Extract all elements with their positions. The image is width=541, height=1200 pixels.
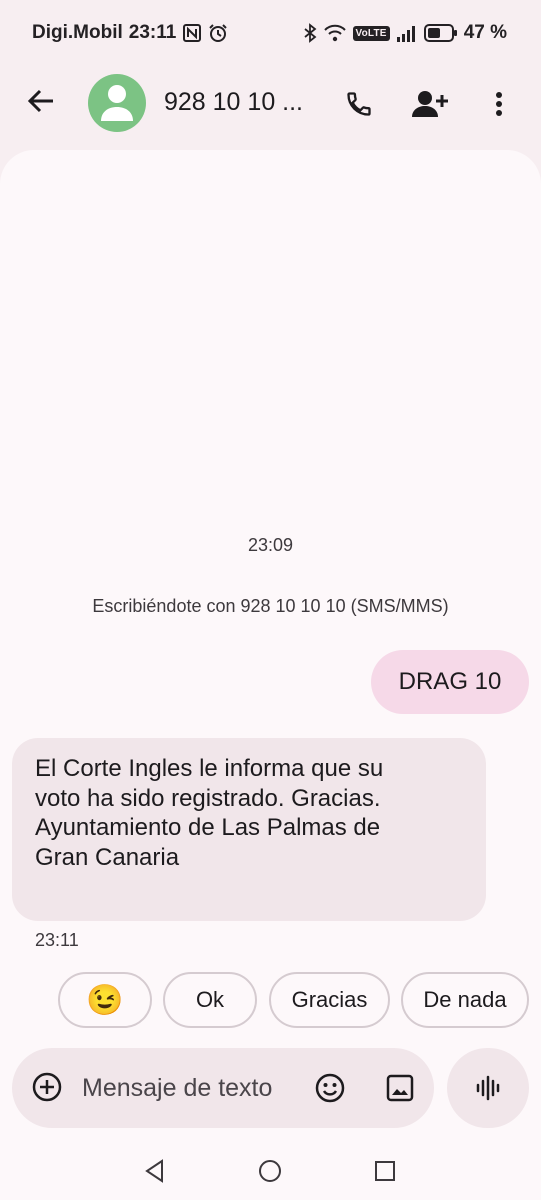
person-avatar-icon (101, 85, 133, 121)
smart-reply-emoji-chip[interactable]: 😉 (58, 972, 152, 1028)
add-circle-icon (32, 1072, 62, 1102)
status-right: VoLTE 47 % (303, 22, 507, 44)
incoming-message-bubble[interactable]: El Corte Ingles le informa que su voto h… (12, 738, 486, 921)
gallery-icon (386, 1074, 414, 1102)
battery-icon (423, 24, 458, 42)
message-input[interactable] (82, 1068, 302, 1108)
voice-waveform-icon (476, 1075, 500, 1101)
smart-reply-label: Ok (195, 987, 225, 1012)
contact-name[interactable]: 928 10 10 ... (164, 88, 303, 117)
incoming-message-line: El Corte Ingles le informa que su (35, 755, 384, 782)
smart-reply-chip[interactable]: Gracias (269, 972, 390, 1028)
incoming-message-line: Gran Canaria (35, 843, 180, 871)
smart-reply-chip[interactable]: De nada (401, 972, 529, 1028)
avatar[interactable] (88, 74, 146, 132)
add-person-icon (412, 91, 448, 117)
signal-icon (396, 24, 418, 42)
bluetooth-icon (303, 23, 317, 43)
outgoing-message-text: DRAG 10 (398, 668, 502, 695)
incoming-message-line: Ayuntamiento de Las Palmas de (35, 814, 381, 841)
status-left: Digi.Mobil 23:11 (32, 22, 228, 44)
more-vert-icon (496, 92, 502, 116)
smart-reply-label: Gracias (291, 987, 368, 1012)
emoji-button[interactable] (312, 1070, 348, 1106)
emoji-icon (315, 1073, 345, 1103)
nav-back-icon[interactable] (142, 1158, 168, 1184)
app-bar: 928 10 10 ... (0, 66, 541, 142)
nav-recents-icon[interactable] (372, 1158, 398, 1184)
smart-reply-chip[interactable]: Ok (163, 972, 257, 1028)
system-nav-bar (0, 1150, 541, 1200)
conversation-info: Escribiéndote con 928 10 10 10 (SMS/MMS) (92, 596, 449, 616)
more-options-button[interactable] (484, 86, 514, 122)
alarm-icon (208, 23, 228, 43)
add-attachment-button[interactable] (30, 1070, 64, 1104)
back-button[interactable] (24, 84, 58, 118)
status-time: 23:11 (128, 22, 177, 43)
call-button[interactable] (341, 86, 377, 122)
compose-bar (12, 1048, 434, 1128)
wifi-icon (323, 23, 347, 43)
add-contact-button[interactable] (410, 86, 450, 122)
incoming-message-line: voto ha sido registrado. Gracias. (35, 784, 381, 812)
conversation-panel[interactable]: 23:09 Escribiéndote con 928 10 10 10 (SM… (0, 150, 541, 1200)
back-arrow-icon (27, 89, 53, 113)
incoming-message-time: 23:11 (35, 930, 79, 950)
status-bar: Digi.Mobil 23:11 VoLTE 47 % (0, 0, 541, 66)
nav-home-icon[interactable] (257, 1158, 283, 1184)
smart-reply-label: De nada (423, 987, 507, 1012)
voice-message-button[interactable] (447, 1048, 529, 1128)
conversation-timestamp: 23:09 (247, 535, 294, 555)
volte-icon: VoLTE (352, 25, 390, 41)
wink-emoji: 😉 (86, 983, 124, 1017)
gallery-button[interactable] (382, 1070, 418, 1106)
battery-percent: 47 % (463, 22, 507, 43)
carrier-name: Digi.Mobil (32, 22, 123, 43)
nfc-icon (182, 23, 202, 43)
outgoing-message-bubble[interactable]: DRAG 10 (371, 650, 529, 714)
phone-icon (347, 92, 371, 116)
